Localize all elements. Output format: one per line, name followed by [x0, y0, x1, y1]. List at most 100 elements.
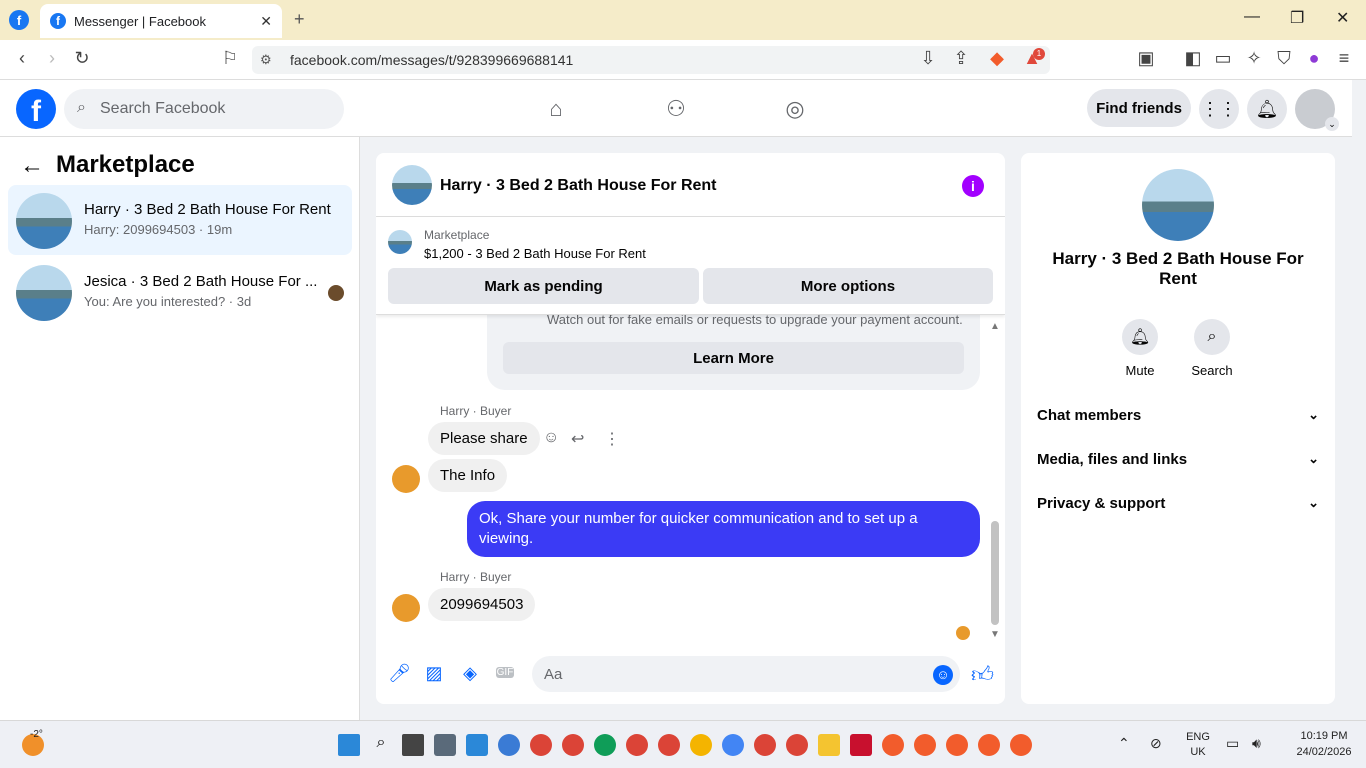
facebook-search-input[interactable]: Search Facebook	[64, 89, 344, 129]
home-icon[interactable]: ⌂	[541, 96, 571, 122]
scrollbar-thumb[interactable]	[991, 521, 999, 625]
forward-icon[interactable]: ›	[40, 48, 64, 69]
react-icon[interactable]: ☺	[543, 429, 559, 447]
chrome-icon[interactable]	[722, 734, 744, 756]
volume-icon[interactable]: 🔊︎	[1252, 735, 1261, 752]
my-message-bubble[interactable]: Ok, Share your number for quicker commun…	[467, 501, 980, 557]
profile-icon[interactable]: ●	[1302, 48, 1326, 69]
listing-thumbnail[interactable]	[388, 230, 412, 254]
find-friends-button[interactable]: Find friends	[1087, 89, 1191, 127]
chrome-icon[interactable]	[754, 734, 776, 756]
sender-avatar[interactable]	[392, 594, 420, 622]
maximize-icon[interactable]: ❐	[1290, 8, 1304, 28]
conversation-item[interactable]: Harry · 3 Bed 2 Bath House For Rent Harr…	[8, 185, 352, 255]
message-bubble[interactable]: 2099694503	[428, 588, 536, 621]
chrome-icon[interactable]	[530, 734, 552, 756]
leo-ai-icon[interactable]: ✧	[1242, 48, 1266, 69]
like-icon[interactable]: 👍︎	[971, 661, 994, 688]
learn-more-button[interactable]: Learn More	[503, 342, 964, 374]
vpn-icon[interactable]: ⛉	[1272, 48, 1296, 69]
vivaldi-icon[interactable]	[850, 734, 872, 756]
message-bubble[interactable]: Please share	[428, 422, 540, 455]
chrome-icon[interactable]	[786, 734, 808, 756]
file-explorer-icon[interactable]	[818, 734, 840, 756]
conversation-item[interactable]: Jesica · 3 Bed 2 Bath House For ... You:…	[8, 257, 352, 327]
page-scrollbar[interactable]	[1352, 80, 1366, 720]
chat-scrollbar[interactable]: ▲ ▼	[990, 321, 1000, 641]
tray-chevron-icon[interactable]: ⌃	[1118, 735, 1130, 752]
mark-as-pending-button[interactable]: Mark as pending	[388, 268, 699, 304]
emoji-icon[interactable]: ☺	[933, 665, 953, 685]
more-options-button[interactable]: More options	[703, 268, 993, 304]
section-media-files-links[interactable]: Media, files and links ⌄	[1037, 451, 1319, 468]
brave-icon[interactable]	[914, 734, 936, 756]
language-code[interactable]: ENG	[1184, 731, 1212, 743]
close-tab-icon[interactable]: ✕	[260, 13, 272, 30]
browser-tab[interactable]: f Messenger | Facebook ✕	[40, 4, 282, 38]
chrome-icon[interactable]	[562, 734, 584, 756]
brave-shield-icon[interactable]: ◆	[985, 48, 1009, 69]
scroll-up-icon[interactable]: ▲	[990, 321, 1000, 332]
menu-grid-icon[interactable]: ⋮⋮	[1199, 89, 1239, 129]
facebook-logo-icon[interactable]: f	[16, 89, 56, 129]
chat-title[interactable]: Harry · 3 Bed 2 Bath House For Rent	[440, 177, 717, 195]
scroll-down-icon[interactable]: ▼	[990, 629, 1000, 640]
brave-icon[interactable]	[1010, 734, 1032, 756]
chrome-icon[interactable]	[690, 734, 712, 756]
close-window-icon[interactable]: ✕	[1336, 8, 1349, 28]
new-tab-button[interactable]: +	[294, 9, 305, 30]
reply-icon[interactable]: ↩	[571, 429, 584, 449]
start-icon[interactable]	[338, 734, 360, 756]
section-label: Privacy & support	[1037, 495, 1166, 512]
bookmark-icon[interactable]: ⚐	[218, 48, 242, 69]
groups-icon[interactable]: ◎	[780, 96, 810, 122]
friends-icon[interactable]: ⚇	[661, 96, 691, 122]
minimize-icon[interactable]: —	[1244, 8, 1260, 26]
back-icon[interactable]: ‹	[10, 48, 34, 69]
chat-avatar[interactable]	[392, 165, 432, 205]
chrome-icon[interactable]	[626, 734, 648, 756]
sender-avatar[interactable]	[392, 465, 420, 493]
wallet-icon[interactable]: ▭	[1211, 48, 1235, 69]
reload-icon[interactable]: ↻	[70, 48, 94, 69]
network-off-icon[interactable]: ⊘	[1150, 735, 1162, 752]
app-icon[interactable]	[498, 734, 520, 756]
facebook-tab-icon[interactable]: f	[9, 10, 29, 30]
brave-icon[interactable]	[978, 734, 1000, 756]
brave-icon[interactable]	[882, 734, 904, 756]
calculator-icon[interactable]	[434, 734, 456, 756]
display-icon[interactable]: ▭	[1226, 735, 1239, 752]
back-arrow-icon[interactable]: ←	[20, 152, 44, 180]
microphone-icon[interactable]: 🎤︎	[388, 663, 411, 684]
notepad-icon[interactable]	[466, 734, 488, 756]
gif-icon[interactable]: GIF	[496, 667, 514, 678]
message-bubble[interactable]: The Info	[428, 459, 508, 492]
reader-icon[interactable]: ▣	[1134, 48, 1158, 69]
account-avatar[interactable]: ⌄	[1295, 89, 1339, 131]
menu-icon[interactable]: ≡	[1332, 48, 1356, 69]
sticker-icon[interactable]: ◈	[460, 663, 480, 684]
section-privacy-support[interactable]: Privacy & support ⌄	[1037, 495, 1319, 512]
clock-time[interactable]: 10:19 PM	[1286, 730, 1362, 742]
task-view-icon[interactable]	[402, 734, 424, 756]
photo-icon[interactable]: ▨	[424, 663, 444, 684]
more-icon[interactable]: ⋮	[604, 429, 620, 449]
search-action[interactable]: ⌕ Search	[1182, 319, 1242, 378]
info-icon[interactable]: i	[962, 175, 984, 197]
section-chat-members[interactable]: Chat members ⌄	[1037, 407, 1319, 424]
chrome-icon[interactable]	[658, 734, 680, 756]
chrome-icon[interactable]	[594, 734, 616, 756]
mute-action[interactable]: 🔔︎ Mute	[1110, 319, 1170, 378]
language-region[interactable]: UK	[1184, 746, 1212, 758]
install-icon[interactable]: ⇩	[916, 48, 940, 69]
brave-icon[interactable]	[946, 734, 968, 756]
share-icon[interactable]: ⇪	[949, 48, 973, 69]
sidebar-icon[interactable]: ◧	[1181, 48, 1205, 69]
clock-date[interactable]: 24/02/2026	[1286, 746, 1362, 758]
site-info-icon[interactable]: ⚙	[260, 52, 272, 68]
listing-title[interactable]: $1,200 - 3 Bed 2 Bath House For Rent	[424, 246, 646, 261]
message-input[interactable]: Aa	[532, 656, 960, 692]
search-icon[interactable]: ⌕	[370, 734, 392, 756]
chat-avatar-large[interactable]	[1142, 169, 1214, 241]
notifications-icon[interactable]: 🔔︎	[1247, 89, 1287, 129]
